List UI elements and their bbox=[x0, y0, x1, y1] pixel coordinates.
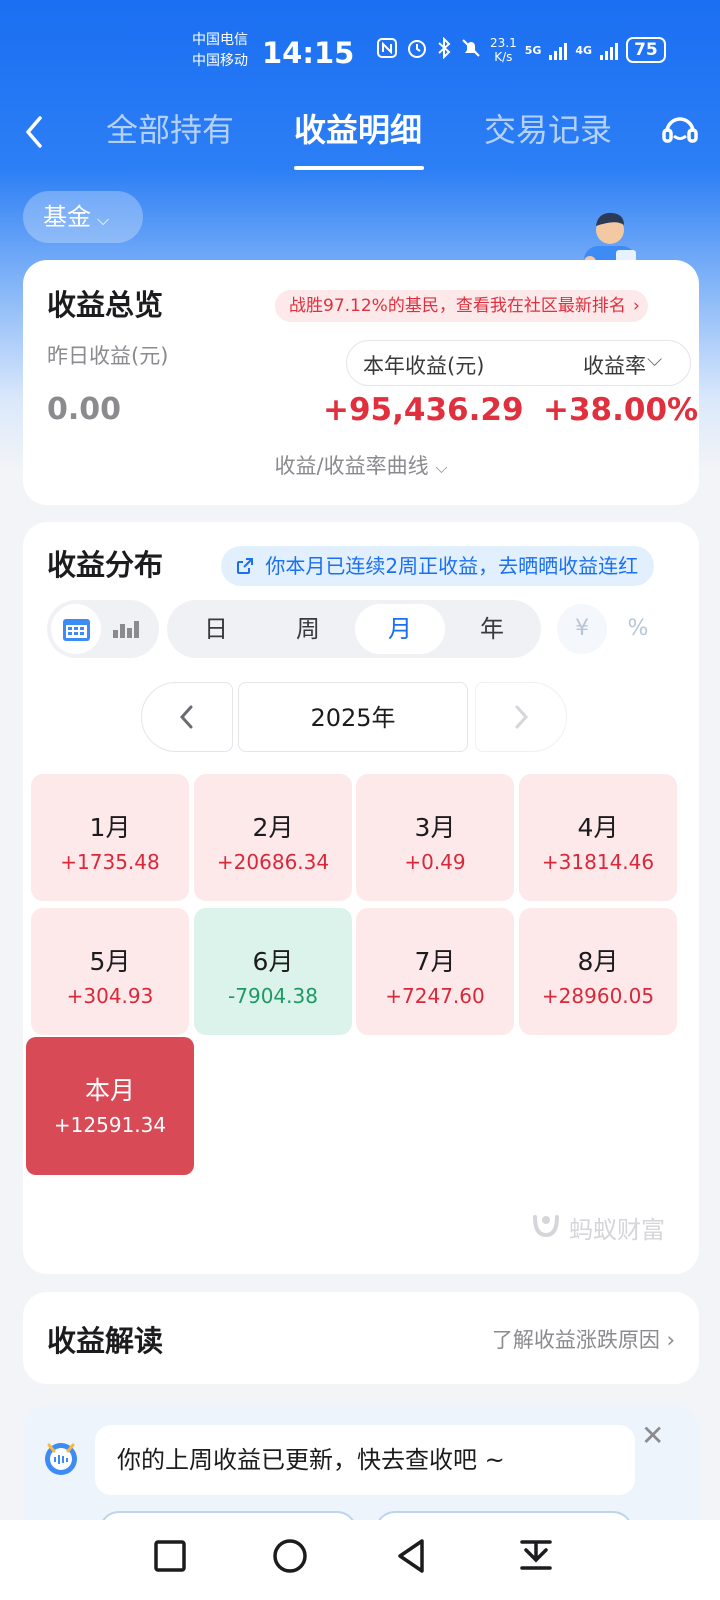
bar-chart-view-button[interactable] bbox=[111, 618, 141, 644]
calendar-view-button[interactable] bbox=[51, 604, 101, 654]
yesterday-earnings-value: 0.00 bbox=[47, 392, 122, 427]
period-month[interactable]: 月 bbox=[355, 604, 445, 654]
earnings-curve-toggle[interactable]: 收益/收益率曲线 ⌵ bbox=[23, 450, 699, 480]
signal-bars-2-icon bbox=[600, 40, 619, 60]
close-icon[interactable]: ✕ bbox=[641, 1419, 664, 1452]
earnings-metric-selector[interactable]: 本年收益(元) 收益率 ⌵ bbox=[346, 340, 691, 386]
year-earnings-value: +95,436.29 bbox=[323, 392, 524, 428]
carrier-1: 中国电信 bbox=[192, 32, 248, 48]
share-external-icon bbox=[235, 554, 265, 578]
battery-indicator: 75 bbox=[626, 37, 666, 63]
chevron-down-icon: ⌵ bbox=[647, 347, 663, 371]
chevron-right-icon: › bbox=[666, 1328, 675, 1352]
brand-watermark: 蚂蚁财富 bbox=[529, 1207, 665, 1247]
month-cell-mar[interactable]: 3月 +0.49 bbox=[356, 774, 514, 901]
status-bar: 中国电信 中国移动 14:15 23.1 K/s 5G 4G 75 bbox=[0, 0, 720, 100]
tab-earnings-detail[interactable]: 收益明细 bbox=[294, 110, 422, 150]
network-type-2: 4G bbox=[575, 43, 593, 57]
alarm-icon bbox=[406, 37, 428, 64]
chevron-right-icon: › bbox=[633, 296, 640, 316]
streak-share-banner[interactable]: 你本月已连续2周正收益，去晒晒收益连红 bbox=[221, 546, 655, 586]
bluetooth-icon bbox=[436, 36, 452, 64]
notice-bubble[interactable]: 你的上周收益已更新，快去查收吧 ~ bbox=[95, 1425, 635, 1495]
month-cell-jul[interactable]: 7月 +7247.60 bbox=[356, 908, 514, 1035]
return-rate-value: +38.00% bbox=[543, 392, 699, 428]
carrier-2: 中国移动 bbox=[192, 53, 248, 69]
view-mode-toggle bbox=[47, 600, 159, 658]
notification-pull-down-icon[interactable] bbox=[514, 1534, 558, 1578]
distribution-title: 收益分布 bbox=[47, 548, 164, 582]
period-year[interactable]: 年 bbox=[447, 600, 537, 658]
top-navigation: 全部持有 收益明细 交易记录 bbox=[0, 100, 720, 180]
ant-fortune-logo-icon bbox=[529, 1207, 563, 1247]
chevron-down-icon: ⌵ bbox=[435, 458, 448, 477]
yesterday-earnings-label: 昨日收益(元) bbox=[47, 344, 169, 368]
community-rank-banner[interactable]: 战胜97.12%的基民，查看我在社区最新排名 › bbox=[275, 290, 648, 322]
assistant-bot-icon bbox=[41, 1437, 81, 1477]
month-cell-apr[interactable]: 4月 +31814.46 bbox=[519, 774, 677, 901]
tab-trade-records[interactable]: 交易记录 bbox=[484, 110, 612, 150]
rank-text: 战胜97.12%的基民，查看我在社区最新排名 bbox=[289, 296, 626, 316]
period-week[interactable]: 周 bbox=[263, 600, 353, 658]
previous-year-button[interactable] bbox=[141, 682, 233, 752]
active-tab-underline bbox=[294, 166, 424, 170]
recent-apps-icon[interactable] bbox=[148, 1534, 192, 1578]
period-day[interactable]: 日 bbox=[171, 600, 261, 658]
interpretation-link[interactable]: 了解收益涨跌原因 › bbox=[492, 1324, 675, 1354]
back-triangle-icon[interactable] bbox=[390, 1534, 434, 1578]
asset-type-filter[interactable]: 基金 ⌵ bbox=[23, 191, 143, 243]
chevron-down-icon: ⌵ bbox=[97, 210, 110, 229]
streak-text: 你本月已连续2周正收益，去晒晒收益连红 bbox=[265, 554, 639, 578]
earnings-overview-card: 收益总览 战胜97.12%的基民，查看我在社区最新排名 › 昨日收益(元) 0.0… bbox=[23, 260, 699, 505]
month-cell-feb[interactable]: 2月 +20686.34 bbox=[194, 774, 352, 901]
interpretation-title: 收益解读 bbox=[47, 1324, 164, 1358]
return-rate-label: 收益率 bbox=[583, 354, 646, 378]
clock: 14:15 bbox=[262, 36, 355, 70]
next-year-button[interactable] bbox=[475, 682, 567, 752]
home-icon[interactable] bbox=[268, 1534, 312, 1578]
selected-year: 2025年 bbox=[238, 682, 468, 752]
unit-selector: ¥ % bbox=[553, 600, 671, 658]
back-button[interactable] bbox=[22, 112, 46, 159]
earnings-distribution-card: 收益分布 你本月已连续2周正收益，去晒晒收益连红 日 周 月 年 ¥ % 202… bbox=[23, 522, 699, 1274]
month-cell-jan[interactable]: 1月 +1735.48 bbox=[31, 774, 189, 901]
year-earnings-label: 本年收益(元) bbox=[363, 354, 485, 378]
unit-percent[interactable]: % bbox=[613, 604, 663, 654]
nfc-icon bbox=[376, 37, 398, 64]
month-cell-jun[interactable]: 6月 -7904.38 bbox=[194, 908, 352, 1035]
network-speed: 23.1 K/s bbox=[490, 36, 517, 64]
network-type-1: 5G bbox=[524, 43, 542, 57]
unit-amount[interactable]: ¥ bbox=[557, 604, 607, 654]
mute-bell-icon bbox=[460, 37, 482, 64]
tab-all-holdings[interactable]: 全部持有 bbox=[106, 110, 234, 150]
carrier-info: 中国电信 中国移动 bbox=[192, 30, 248, 72]
asset-type-label: 基金 bbox=[43, 203, 91, 231]
earnings-interpretation-card[interactable]: 收益解读 了解收益涨跌原因 › bbox=[23, 1292, 699, 1384]
month-cell-may[interactable]: 5月 +304.93 bbox=[31, 908, 189, 1035]
period-selector: 日 周 月 年 bbox=[167, 600, 541, 658]
status-icons: 23.1 K/s 5G 4G 75 bbox=[376, 36, 666, 64]
signal-bars-1-icon bbox=[549, 40, 568, 60]
customer-service-icon[interactable] bbox=[660, 110, 700, 150]
month-cell-current[interactable]: 本月 +12591.34 bbox=[26, 1037, 194, 1175]
overview-title: 收益总览 bbox=[47, 288, 164, 322]
month-cell-aug[interactable]: 8月 +28960.05 bbox=[519, 908, 677, 1035]
system-navigation-bar bbox=[0, 1520, 720, 1600]
